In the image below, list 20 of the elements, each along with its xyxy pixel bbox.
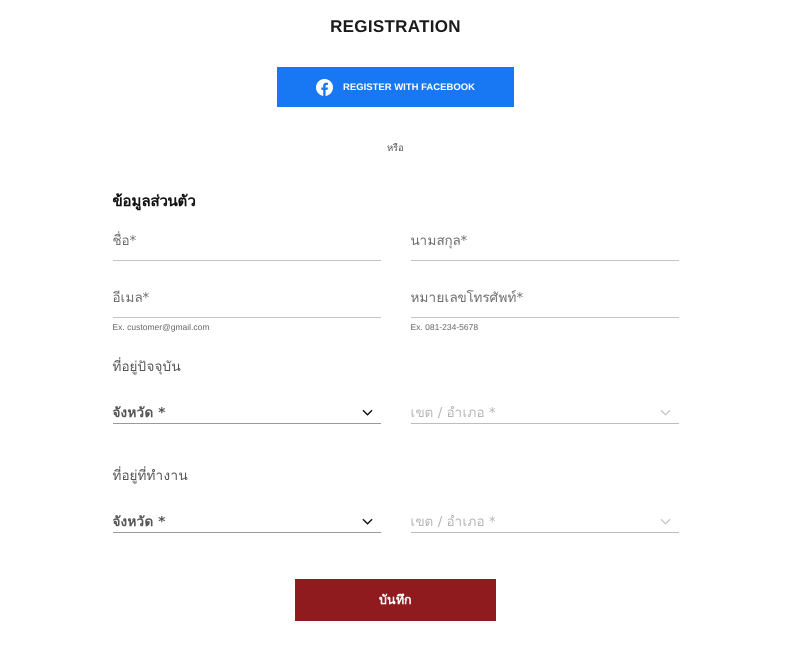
text-field[interactable]: ชื่อ*: [112, 221, 380, 261]
text-field[interactable]: นามสกุล*: [410, 221, 678, 261]
or-divider-text: หรือ: [387, 142, 404, 156]
page-title: REGISTRATION: [330, 17, 461, 37]
hint-text: Ex. 081-234-5678: [410, 321, 480, 333]
save-button[interactable]: บันทึก: [295, 579, 496, 621]
text-field[interactable]: หมายเลขโทรศัพท์*: [410, 278, 678, 318]
section-label: ที่อยู่ปัจจุบัน: [112, 357, 182, 377]
hint-text: Ex. customer@gmail.com: [112, 321, 210, 333]
dropdown-field[interactable]: จังหวัด *: [112, 510, 380, 533]
chevron-down-icon: [660, 518, 670, 524]
section-label: ที่อยู่ที่ทำงาน: [112, 466, 188, 486]
dropdown-field[interactable]: จังหวัด *: [112, 401, 380, 424]
facebook-register-button[interactable]: REGISTER WITH FACEBOOK: [277, 67, 514, 107]
facebook-logo-icon: [316, 78, 334, 96]
text-field[interactable]: อีเมล*: [112, 278, 380, 318]
chevron-down-icon: [362, 518, 372, 524]
chevron-down-icon: [660, 408, 670, 416]
chevron-down-icon: [362, 408, 372, 416]
section-heading: ข้อมูลส่วนตัว: [112, 191, 196, 211]
